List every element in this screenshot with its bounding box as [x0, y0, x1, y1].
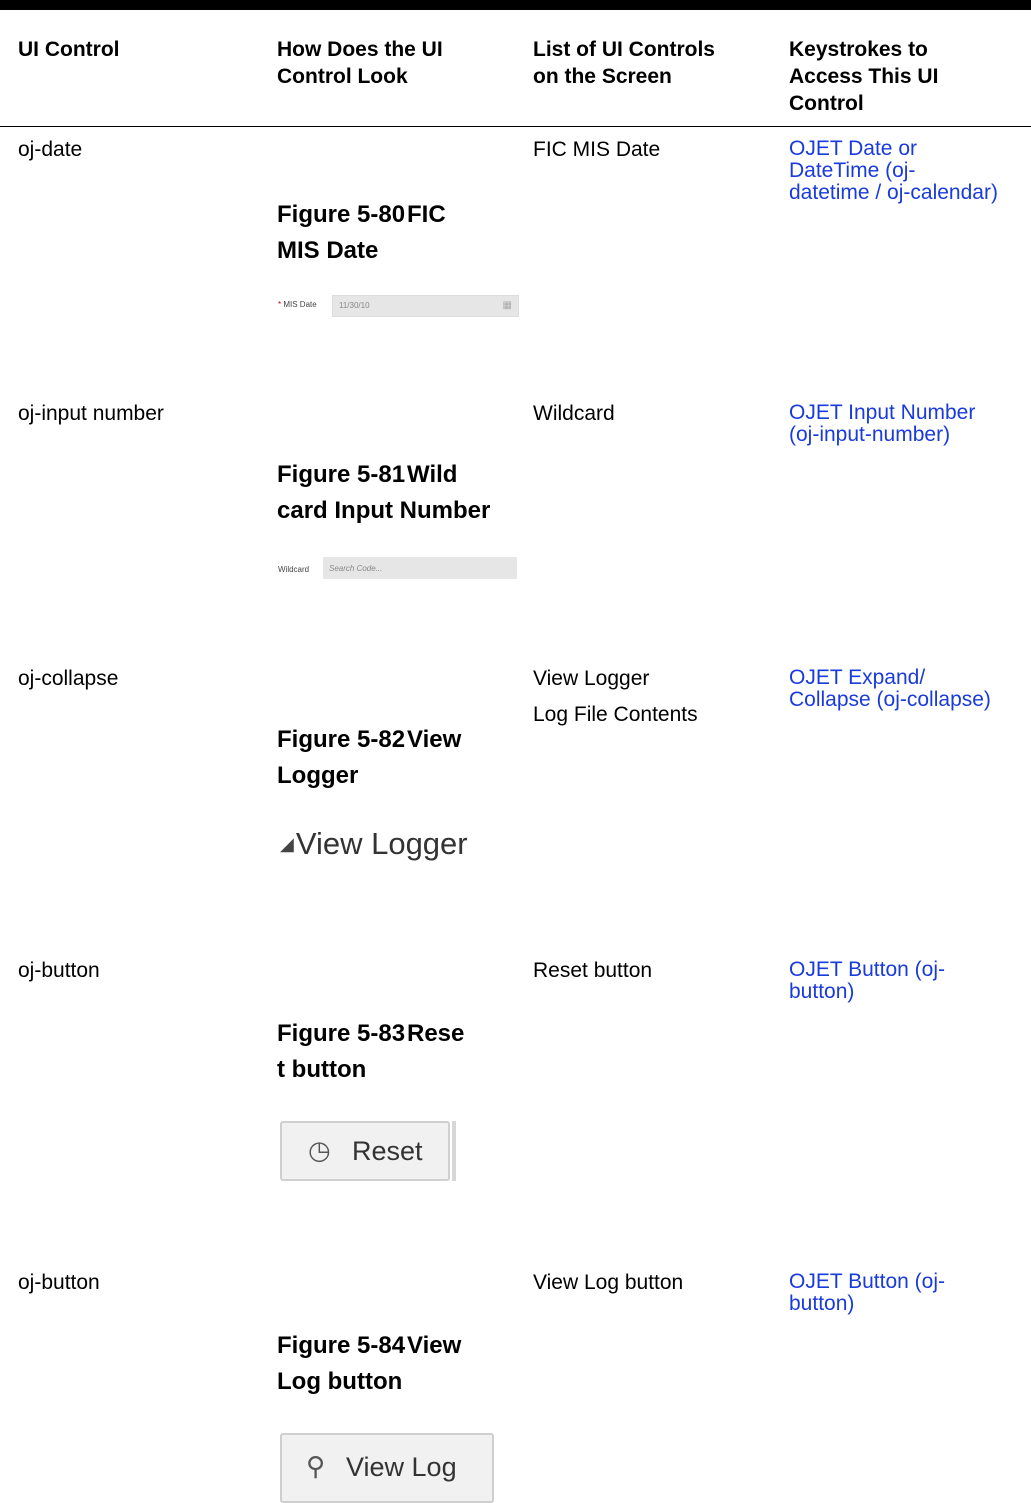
calendar-icon: ▦ [502, 300, 512, 311]
collapse-triangle-icon: ◢ [280, 834, 294, 854]
row1-screen-control: FIC MIS Date [533, 138, 661, 161]
clock-icon: ◷ [308, 1135, 331, 1165]
figure-5-83-caption: Figure 5-83Rese t button [277, 1020, 465, 1083]
row5-screen-control: View Log button [533, 1271, 684, 1294]
search-icon: ⚲ [306, 1451, 326, 1481]
row2-control: oj-input number [18, 402, 164, 425]
row2-screen-control: Wildcard [533, 402, 615, 425]
mis-date-value: 11/30/10 [339, 301, 370, 310]
figure-5-81-caption: Figure 5-81Wild card Input Number [277, 461, 491, 524]
header-ui-control: UI Control [18, 38, 120, 61]
header-rule [0, 126, 1031, 127]
view-logger-image: ◢View Logger [280, 826, 468, 861]
header-look: How Does the UI Control Look [277, 38, 443, 88]
wildcard-field-image: Wildcard Search Code... [277, 557, 517, 581]
header-list: List of UI Controls on the Screen [533, 38, 715, 88]
top-rule [0, 0, 1031, 10]
figure-5-80-caption: Figure 5-80FIC MIS Date [277, 201, 446, 264]
row4-screen-control: Reset button [533, 959, 653, 982]
row4-control: oj-button [18, 959, 100, 982]
wildcard-label: Wildcard [278, 565, 310, 574]
row1-control: oj-date [18, 138, 83, 161]
wildcard-placeholder: Search Code... [329, 564, 383, 573]
view-log-button-image: ⚲ View Log [280, 1433, 494, 1503]
figure-5-84-caption: Figure 5-84View Log button [277, 1332, 462, 1395]
link-ojet-button-1[interactable]: OJET Button (oj- button) [789, 959, 945, 1003]
link-ojet-collapse[interactable]: OJET Expand/ Collapse (oj-collapse) [789, 667, 991, 711]
mis-date-field-image: * MIS Date 11/30/10 ▦ [277, 295, 519, 317]
figure-5-82-caption: Figure 5-82View Logger [277, 726, 462, 789]
link-ojet-button-2[interactable]: OJET Button (oj- button) [789, 1271, 945, 1315]
header-keystrokes: Keystrokes to Access This UI Control [789, 38, 939, 115]
reset-button-image: ◷ Reset [280, 1121, 456, 1181]
link-ojet-input-number[interactable]: OJET Input Number (oj-input-number) [789, 402, 975, 446]
mis-date-label: * MIS Date [278, 300, 317, 309]
link-ojet-date[interactable]: OJET Date or DateTime (oj- datetime / oj… [789, 138, 998, 204]
row3-screen-control-1: View Logger [533, 667, 650, 690]
row3-screen-control-2: Log File Contents [533, 703, 698, 726]
row5-control: oj-button [18, 1271, 100, 1294]
row3-control: oj-collapse [18, 667, 119, 690]
